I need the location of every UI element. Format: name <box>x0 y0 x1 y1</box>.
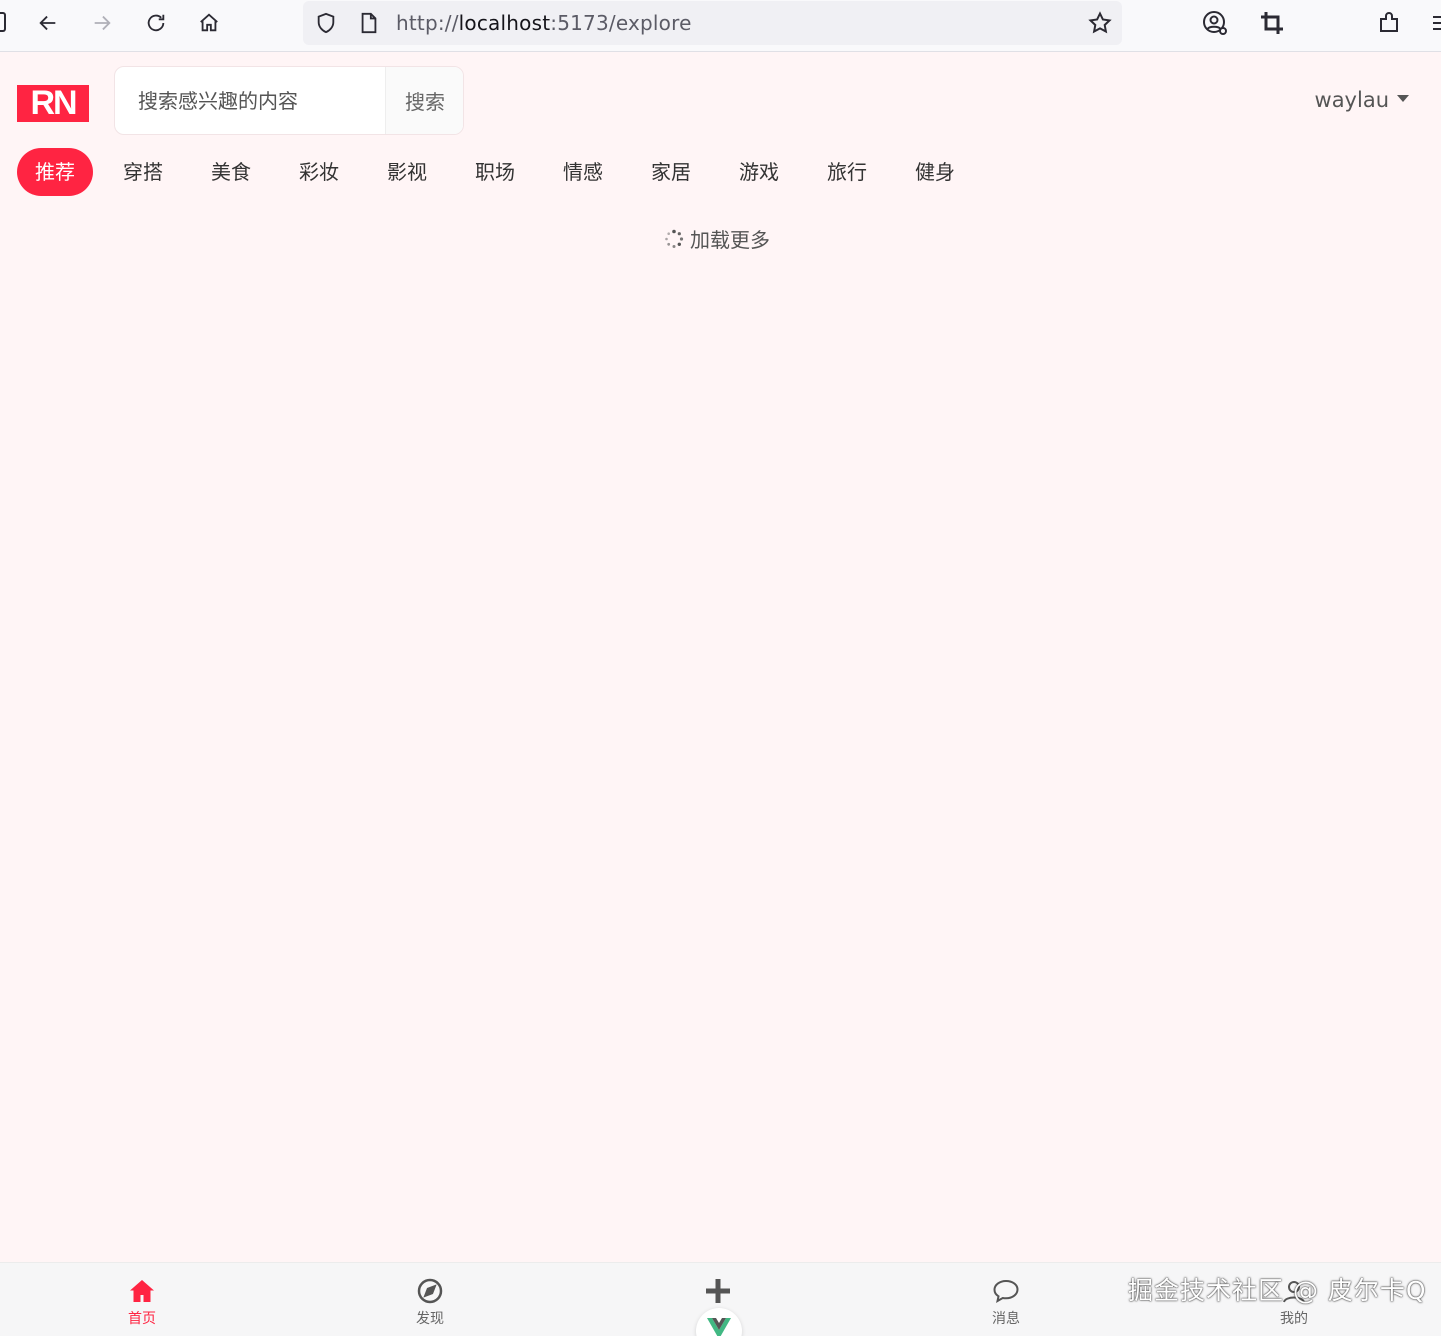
page-icon <box>361 12 377 34</box>
menu-icon[interactable] <box>1430 10 1441 36</box>
vue-devtools-button[interactable] <box>696 1308 742 1336</box>
compass-icon <box>417 1278 443 1304</box>
watermark: 掘金技术社区 @ 皮尔卡Q <box>1128 1276 1427 1305</box>
user-menu[interactable]: waylau <box>1315 88 1409 112</box>
home-icon <box>200 13 218 32</box>
tab-home[interactable]: 家居 <box>633 148 709 196</box>
home-icon <box>130 1280 154 1302</box>
address-bar[interactable]: http://localhost:5173/explore <box>303 1 1122 45</box>
url-scheme: http:// <box>396 11 459 35</box>
tab-recommend[interactable]: 推荐 <box>17 148 93 196</box>
tab-outfits[interactable]: 穿搭 <box>105 148 181 196</box>
tab-career[interactable]: 职场 <box>457 148 533 196</box>
spinner-icon <box>665 229 684 248</box>
nav-home[interactable]: 首页 <box>102 1277 182 1328</box>
tab-fitness[interactable]: 健身 <box>897 148 973 196</box>
arrow-right-icon <box>94 15 111 31</box>
search-button[interactable]: 搜索 <box>385 67 463 134</box>
tab-games[interactable]: 游戏 <box>721 148 797 196</box>
nav-home-label: 首页 <box>128 1311 156 1327</box>
loading-more: 加载更多 <box>664 224 770 253</box>
app-logo[interactable]: RN <box>17 85 89 122</box>
extensions-icon[interactable] <box>1377 10 1403 36</box>
url-host: localhost <box>458 11 551 35</box>
loading-text: 加载更多 <box>690 228 770 252</box>
nav-discover-label: 发现 <box>416 1311 444 1327</box>
account-icon[interactable] <box>1202 10 1228 36</box>
shield-icon[interactable] <box>315 12 337 34</box>
url-text[interactable]: http://localhost:5173/explore <box>396 11 692 35</box>
nav-discover[interactable]: 发现 <box>390 1277 470 1328</box>
caret-down-icon <box>1397 94 1409 102</box>
category-tabs: 推荐 穿搭 美食 彩妆 影视 职场 情感 家居 游戏 旅行 健身 <box>17 148 985 196</box>
tab-makeup[interactable]: 彩妆 <box>281 148 357 196</box>
url-path: :5173/explore <box>550 11 692 35</box>
username: waylau <box>1314 88 1389 112</box>
home-button[interactable] <box>192 6 226 40</box>
reload-icon <box>147 14 165 32</box>
nav-messages-label: 消息 <box>992 1311 1020 1327</box>
nav-me-label: 我的 <box>1280 1311 1308 1327</box>
chat-bubble-icon <box>993 1279 1019 1303</box>
sidebar-toggle-icon[interactable] <box>0 12 6 32</box>
crop-icon[interactable] <box>1259 10 1285 36</box>
tab-movies[interactable]: 影视 <box>369 148 445 196</box>
reload-button[interactable] <box>139 6 173 40</box>
plus-icon[interactable] <box>702 1275 734 1307</box>
search-bar: 搜索 <box>114 66 464 135</box>
forward-button[interactable] <box>85 6 119 40</box>
star-icon[interactable] <box>1088 11 1112 35</box>
back-button[interactable] <box>31 6 65 40</box>
tab-food[interactable]: 美食 <box>193 148 269 196</box>
browser-toolbar: http://localhost:5173/explore <box>0 0 1441 52</box>
arrow-left-icon <box>39 15 56 31</box>
tab-emotion[interactable]: 情感 <box>545 148 621 196</box>
tab-travel[interactable]: 旅行 <box>809 148 885 196</box>
nav-messages[interactable]: 消息 <box>966 1277 1046 1328</box>
search-input[interactable] <box>115 67 385 134</box>
vue-logo-icon <box>707 1318 731 1336</box>
